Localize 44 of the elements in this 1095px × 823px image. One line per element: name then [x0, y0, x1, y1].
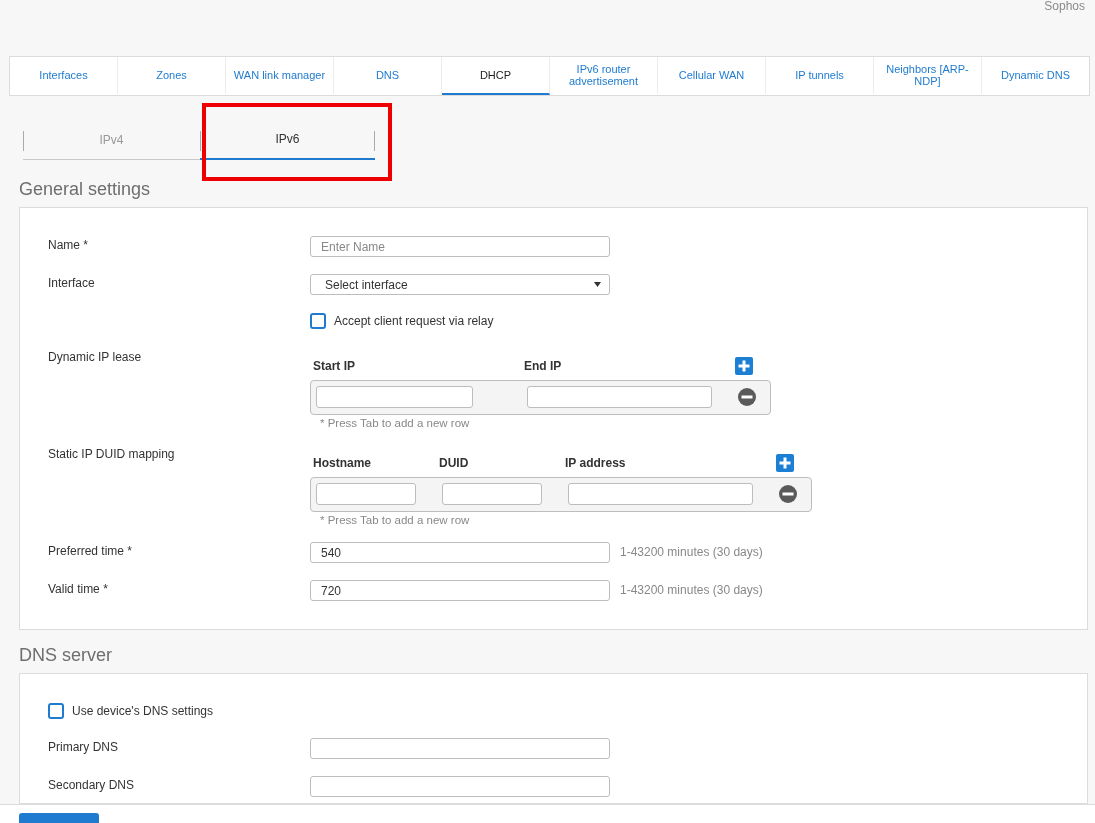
field-label: Name *: [48, 238, 88, 253]
input-field[interactable]: 540: [310, 542, 610, 563]
section-title: DNS server: [19, 644, 113, 667]
checkbox-label[interactable]: Use device's DNS settings: [72, 702, 213, 720]
checkbox-label[interactable]: Accept client request via relay: [334, 312, 494, 330]
checkbox[interactable]: [48, 703, 64, 719]
brand-name: Sophos: [1044, 0, 1085, 13]
add-row-icon[interactable]: [776, 454, 794, 472]
input-field[interactable]: [568, 483, 753, 505]
input-field[interactable]: [310, 776, 610, 797]
column-heading: Hostname: [313, 456, 371, 470]
section-title: General settings: [19, 178, 152, 201]
field-label: Preferred time *: [48, 544, 133, 559]
column-heading: DUID: [439, 456, 469, 470]
sub-tab[interactable]: IPv4: [23, 120, 200, 160]
sub-tab[interactable]: IPv6: [200, 120, 375, 160]
field-label: Interface: [48, 276, 95, 291]
checkbox[interactable]: [310, 313, 326, 329]
column-heading: Start IP: [313, 359, 355, 373]
column-heading: End IP: [524, 359, 562, 373]
nav-tab[interactable]: DHCP: [442, 57, 550, 95]
input-field[interactable]: 720: [310, 580, 610, 601]
input-field[interactable]: [316, 386, 473, 408]
input-field[interactable]: Enter Name: [310, 236, 610, 257]
help-text: 1-43200 minutes (30 days): [620, 544, 763, 561]
field-label: Dynamic IP lease: [48, 350, 142, 365]
input-field[interactable]: [316, 483, 416, 505]
field-label: Static IP DUID mapping: [48, 447, 175, 462]
add-row-icon[interactable]: [735, 357, 753, 375]
input-field[interactable]: [527, 386, 712, 408]
select-field[interactable]: Select interface: [310, 274, 610, 295]
field-label: Valid time *: [48, 582, 108, 597]
caret-icon: [594, 282, 601, 287]
primary-button[interactable]: [19, 813, 99, 823]
remove-row-icon[interactable]: [738, 388, 756, 406]
field-label: Secondary DNS: [48, 778, 135, 793]
field-label: Primary DNS: [48, 740, 118, 755]
help-text: 1-43200 minutes (30 days): [620, 582, 763, 599]
column-heading: IP address: [565, 456, 626, 470]
input-field[interactable]: [310, 738, 610, 759]
input-field[interactable]: [442, 483, 542, 505]
hint-text: * Press Tab to add a new row: [319, 417, 471, 429]
remove-row-icon[interactable]: [779, 485, 797, 503]
hint-text: * Press Tab to add a new row: [319, 514, 471, 526]
